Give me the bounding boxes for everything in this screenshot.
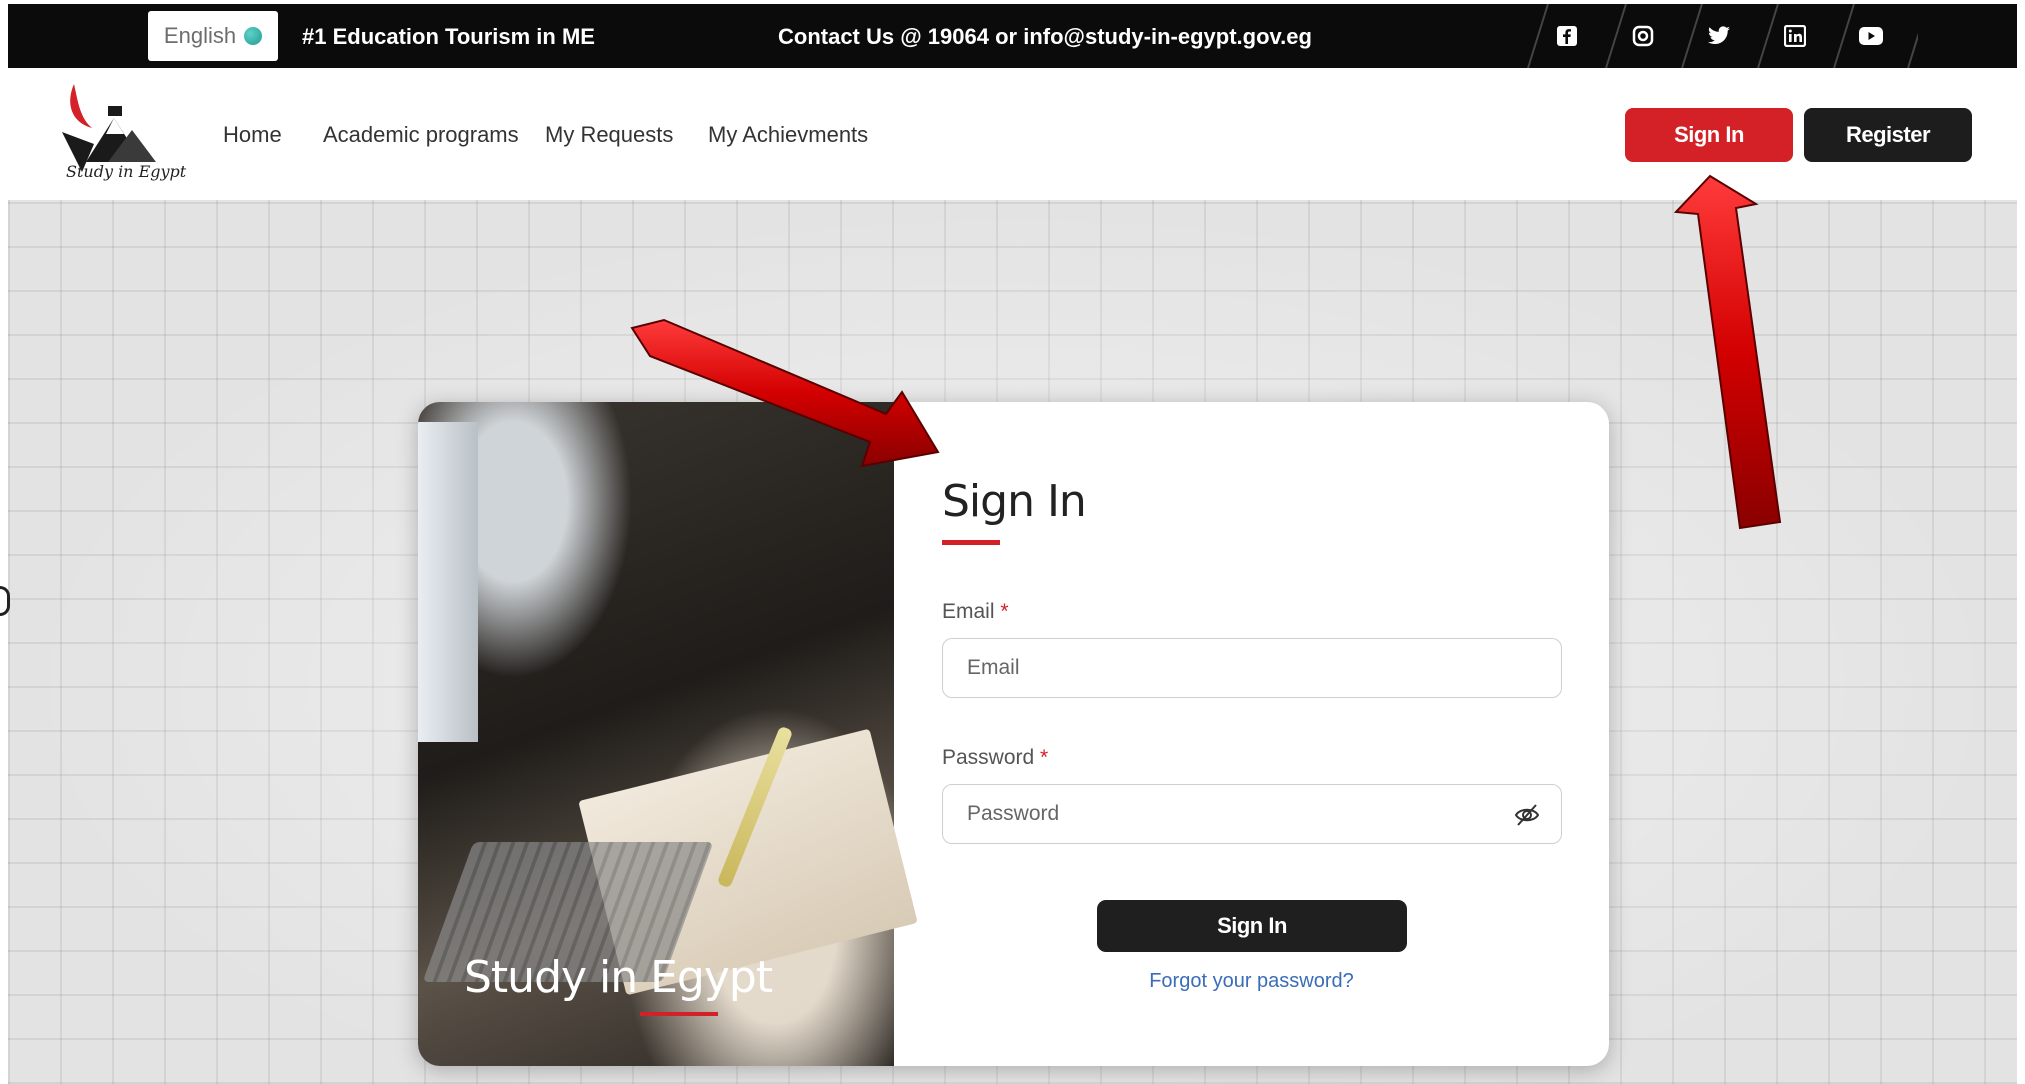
photo-monitor bbox=[418, 422, 478, 742]
main-navbar: Study in Egypt Home Academic programs My… bbox=[8, 68, 2017, 200]
forgot-password-link[interactable]: Forgot your password? bbox=[894, 970, 1609, 993]
youtube-icon[interactable] bbox=[1859, 24, 1883, 48]
password-label-text: Password bbox=[942, 746, 1035, 769]
title-underline bbox=[942, 540, 1000, 545]
contact-info: Contact Us @ 19064 or info@study-in-egyp… bbox=[778, 24, 1312, 49]
email-label: Email * bbox=[942, 600, 1009, 624]
password-label: Password * bbox=[942, 746, 1048, 770]
tagline: #1 Education Tourism in ME bbox=[302, 24, 595, 49]
facebook-icon[interactable] bbox=[1555, 24, 1579, 48]
signin-form: Sign In Email * Password * Sign In Forgo… bbox=[894, 402, 1609, 1066]
eye-slash-icon[interactable] bbox=[1513, 801, 1541, 829]
language-label: English bbox=[163, 23, 237, 48]
nav-academic-programs[interactable]: Academic programs bbox=[323, 122, 519, 148]
form-title: Sign In bbox=[942, 476, 1087, 527]
photo-caption: Study in Egypt bbox=[464, 952, 773, 1003]
nav-home[interactable]: Home bbox=[223, 122, 282, 148]
social-links bbox=[1518, 4, 1918, 68]
logo-text: Study in Egypt bbox=[66, 162, 187, 181]
email-field[interactable] bbox=[942, 638, 1562, 698]
study-photo: Study in Egypt bbox=[418, 402, 918, 1066]
email-required-mark: * bbox=[1000, 600, 1009, 623]
email-label-text: Email bbox=[942, 600, 995, 623]
header-signin-button[interactable]: Sign In bbox=[1625, 108, 1793, 162]
linkedin-icon[interactable] bbox=[1783, 24, 1807, 48]
signin-submit-button[interactable]: Sign In bbox=[1097, 900, 1407, 952]
language-selector[interactable]: English bbox=[148, 11, 278, 61]
signin-card: Study in Egypt Sign In Email * Password … bbox=[418, 402, 1609, 1066]
nav-my-achievements[interactable]: My Achievments bbox=[708, 122, 868, 148]
nav-my-requests[interactable]: My Requests bbox=[545, 122, 673, 148]
email-input[interactable] bbox=[967, 653, 1507, 683]
password-required-mark: * bbox=[1040, 746, 1049, 769]
instagram-icon[interactable] bbox=[1631, 24, 1655, 48]
header-register-button[interactable]: Register bbox=[1804, 108, 1972, 162]
password-field[interactable] bbox=[942, 784, 1562, 844]
password-input[interactable] bbox=[967, 799, 1507, 829]
globe-icon bbox=[244, 27, 263, 45]
twitter-icon[interactable] bbox=[1707, 24, 1731, 48]
caption-underline bbox=[640, 1012, 718, 1016]
top-bar: English #1 Education Tourism in ME Conta… bbox=[8, 4, 2017, 68]
